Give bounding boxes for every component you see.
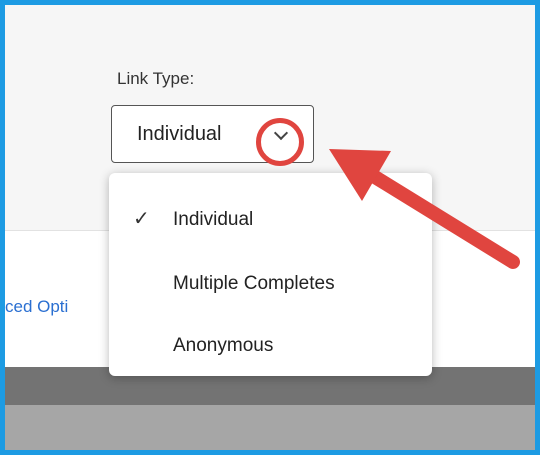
- footer-area: [5, 405, 535, 450]
- menu-item-anonymous[interactable]: Anonymous: [109, 323, 432, 367]
- menu-item-label: Anonymous: [173, 335, 274, 356]
- checkmark-icon: ✓: [133, 208, 150, 230]
- menu-item-label: Individual: [173, 209, 254, 230]
- link-type-label: Link Type:: [117, 69, 195, 88]
- link-type-dropdown-menu: ✓ Individual Multiple Completes Anonymou…: [109, 173, 432, 376]
- link-type-selected-value: Individual: [137, 123, 222, 145]
- menu-item-individual[interactable]: ✓ Individual: [109, 197, 432, 241]
- screenshot-frame: Link Type: Individual ced Opti ✓ Individ…: [0, 0, 540, 455]
- menu-item-multiple-completes[interactable]: Multiple Completes: [109, 261, 432, 305]
- menu-item-label: Multiple Completes: [173, 273, 335, 294]
- annotation-highlight-circle: [256, 118, 304, 166]
- advanced-options-link[interactable]: ced Opti: [5, 297, 115, 317]
